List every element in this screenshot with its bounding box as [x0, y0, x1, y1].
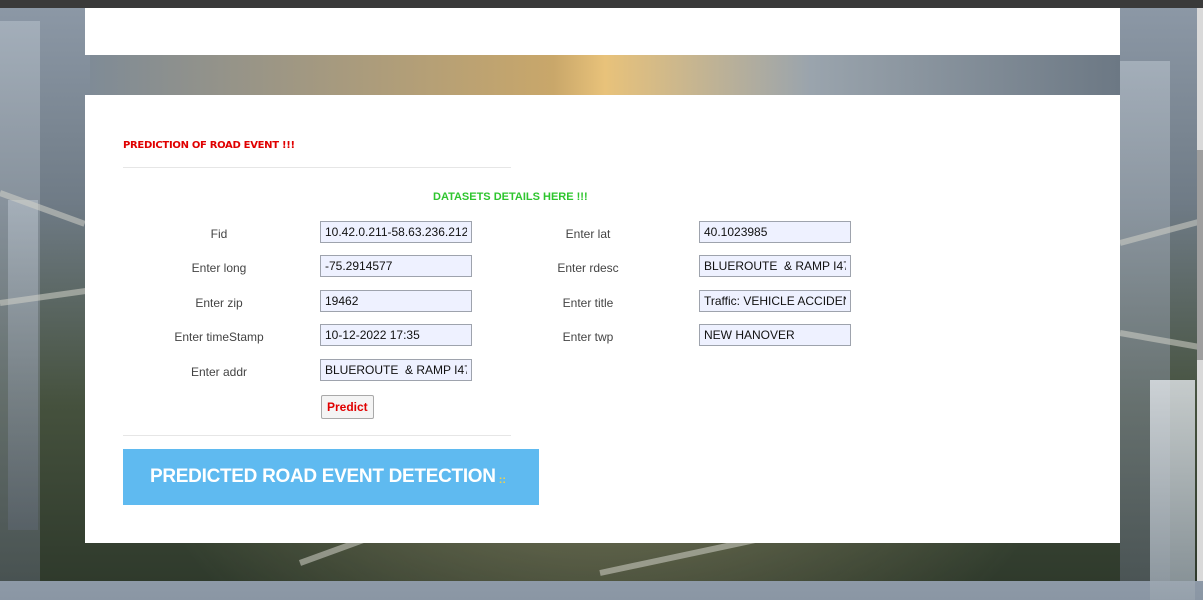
main-panel: PREDICTION OF ROAD EVENT !!! DATASETS DE… — [85, 95, 1120, 543]
long-input[interactable] — [320, 255, 472, 277]
lat-label: Enter lat — [565, 227, 611, 241]
divider-top — [123, 167, 511, 168]
long-label: Enter long — [191, 261, 247, 275]
page-title: PREDICTION OF ROAD EVENT !!! — [123, 140, 295, 151]
scrollbar-thumb[interactable] — [1197, 150, 1203, 360]
zip-input[interactable] — [320, 290, 472, 312]
divider-bottom — [123, 435, 511, 436]
datasets-label: DATASETS DETAILS HERE !!! — [433, 191, 588, 203]
result-title: PREDICTED ROAD EVENT DETECTION — [150, 466, 496, 487]
window-top-edge — [0, 0, 1203, 8]
fid-input[interactable] — [320, 221, 472, 243]
result-separator: :: — [498, 474, 507, 486]
result-banner: PREDICTED ROAD EVENT DETECTION :: — [123, 449, 539, 505]
title-label: Enter title — [562, 296, 614, 310]
rdesc-input[interactable] — [699, 255, 851, 277]
twp-label: Enter twp — [562, 330, 614, 344]
timestamp-label: Enter timeStamp — [174, 330, 264, 344]
twp-input[interactable] — [699, 324, 851, 346]
rdesc-label: Enter rdesc — [557, 261, 619, 275]
predict-button[interactable]: Predict — [321, 395, 374, 419]
background-skyline-strip — [90, 55, 1120, 100]
timestamp-input[interactable] — [320, 324, 472, 346]
addr-input[interactable] — [320, 359, 472, 381]
zip-label: Enter zip — [195, 296, 243, 310]
title-input[interactable] — [699, 290, 851, 312]
lat-input[interactable] — [699, 221, 851, 243]
fid-label: Fid — [210, 227, 228, 241]
header-panel — [85, 8, 1120, 55]
addr-label: Enter addr — [190, 365, 248, 379]
